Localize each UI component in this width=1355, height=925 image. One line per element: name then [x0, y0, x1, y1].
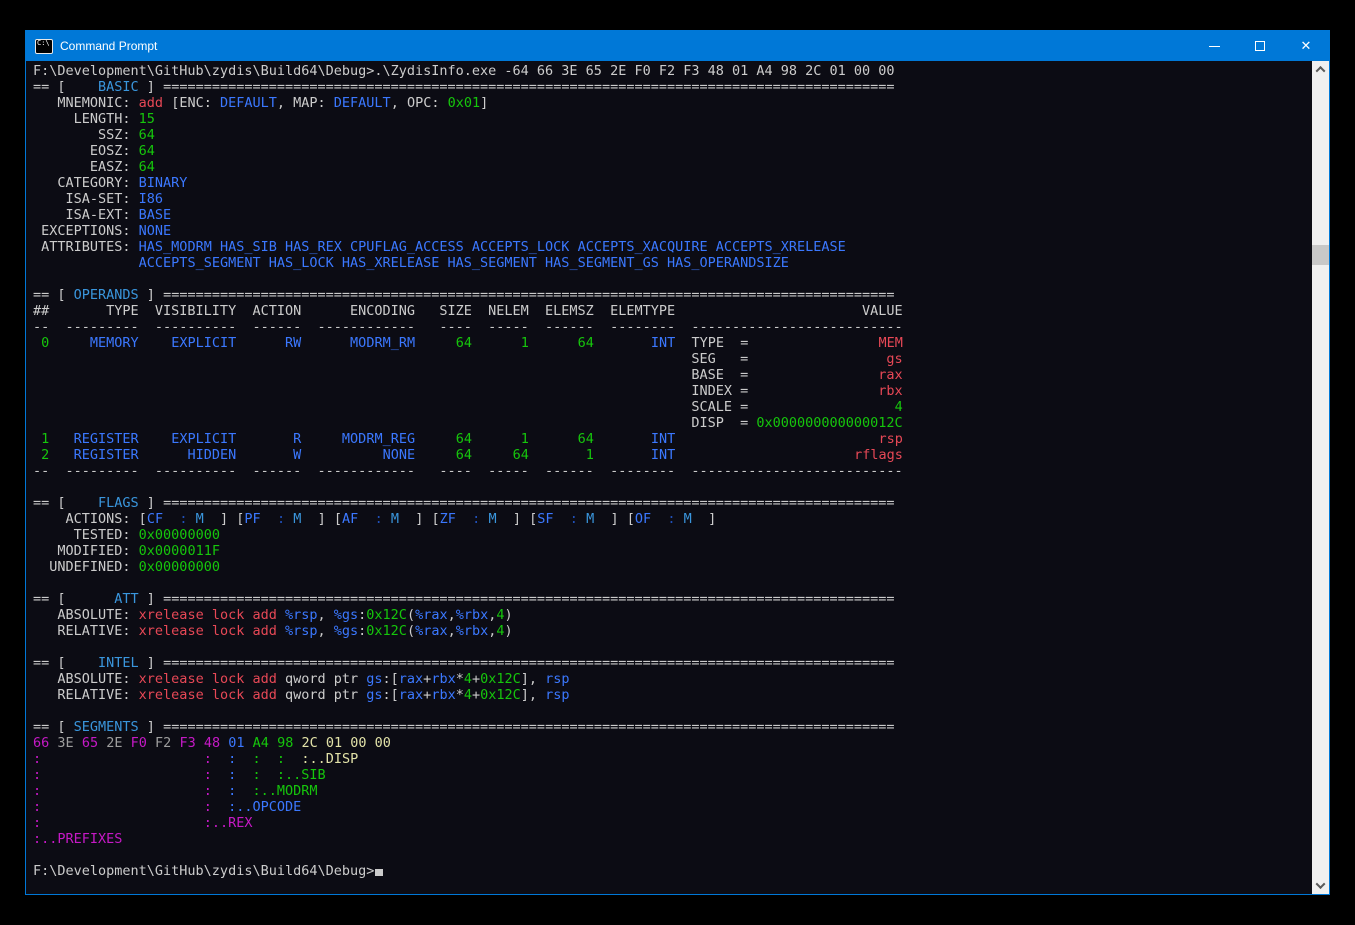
scroll-up-button[interactable]: [1312, 61, 1329, 78]
console-area: F:\Development\GitHub\zydis\Build64\Debu…: [26, 61, 1329, 894]
scrollbar-thumb[interactable]: [1312, 245, 1329, 265]
scrollbar[interactable]: [1312, 61, 1329, 894]
close-button[interactable]: ✕: [1283, 31, 1329, 61]
console-icon: C:\: [35, 39, 53, 54]
scroll-down-button[interactable]: [1312, 877, 1329, 894]
chevron-up-icon: [1316, 66, 1326, 76]
chevron-down-icon: [1316, 879, 1326, 889]
maximize-button[interactable]: [1237, 31, 1283, 61]
minimize-icon: [1209, 46, 1220, 47]
minimize-button[interactable]: [1191, 31, 1237, 61]
console-output: F:\Development\GitHub\zydis\Build64\Debu…: [26, 61, 1312, 894]
console-icon-text: C:\: [36, 40, 50, 47]
command-prompt-window: C:\ Command Prompt ✕ F:\Development\GitH…: [25, 30, 1330, 895]
close-icon: ✕: [1301, 40, 1312, 53]
maximize-icon: [1255, 41, 1265, 51]
titlebar[interactable]: C:\ Command Prompt ✕: [26, 31, 1329, 61]
text-cursor: [375, 869, 383, 876]
window-controls: ✕: [1191, 31, 1329, 61]
window-title: Command Prompt: [60, 39, 157, 53]
